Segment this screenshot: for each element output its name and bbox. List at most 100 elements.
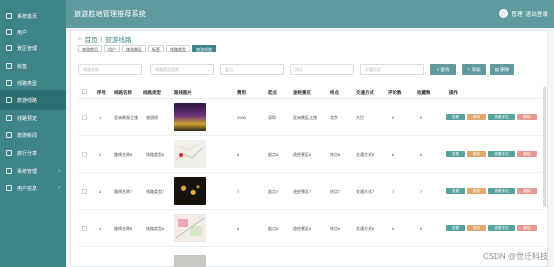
profile-icon	[6, 185, 12, 191]
sidebar-item-label: 旅游线路	[17, 97, 38, 104]
cell-name: 路线名称8	[114, 152, 133, 157]
sidebar-item-news[interactable]: 旅游新闻	[0, 125, 66, 145]
start-field[interactable]: 起点	[220, 64, 284, 75]
row-checkbox[interactable]	[82, 189, 87, 194]
breadcrumb-home[interactable]: 首页	[85, 34, 98, 44]
search-button[interactable]: ⌕ 查询	[430, 64, 456, 75]
tag-item[interactable]: 标签	[148, 45, 164, 52]
sidebar-item-label: 用户信息	[17, 185, 38, 192]
avatar[interactable]	[499, 9, 509, 18]
cell-favorites: 0	[420, 115, 423, 120]
view-comments-button[interactable]: 查看评论	[488, 114, 515, 120]
col-header: 费用	[237, 90, 246, 95]
app-title: 旅游胜地管理推荐系统	[74, 11, 146, 18]
route-image	[174, 103, 206, 131]
search-icon: ⌕	[436, 67, 440, 72]
tag-icon	[6, 63, 12, 69]
add-button[interactable]: + 添加	[462, 64, 486, 75]
scenic-icon	[6, 45, 12, 51]
cell-start: 起点7	[268, 189, 279, 194]
tag-item[interactable]: 线路类型	[166, 45, 190, 52]
sidebar-item-userinfo[interactable]: 用户信息 ›	[0, 178, 66, 198]
tab-tags: 旅游首页 用户 旅游景区 标签 线路类型 旅游线路	[78, 45, 216, 52]
col-header: 终点	[330, 90, 339, 95]
view-comments-button[interactable]: 查看评论	[488, 151, 515, 157]
cell-cost: 8	[237, 152, 240, 157]
main-panel: ⌂ 首页 | 旅游线路 旅游首页 用户 旅游景区 标签 线路类型 旅游线路 线路…	[70, 30, 548, 267]
col-header: 途经景区	[293, 90, 311, 95]
route-image	[174, 214, 206, 242]
cell-transport: 大巴	[356, 115, 364, 120]
view-button[interactable]: 查看	[446, 114, 465, 120]
user-label: 管理	[511, 11, 523, 18]
row-delete-button[interactable]: 删除	[517, 114, 537, 120]
row-checkbox[interactable]	[82, 226, 87, 231]
cell-type: 线路类型6	[146, 226, 165, 231]
route-name-field[interactable]: 线路名称	[78, 64, 142, 75]
route-image	[174, 255, 206, 267]
view-comments-button[interactable]: 查看评论	[488, 188, 515, 194]
col-header: 收藏数	[417, 90, 431, 95]
sidebar-item-share[interactable]: 旅行分享	[0, 143, 66, 163]
view-comments-button[interactable]: 查看评论	[488, 225, 515, 231]
row-checkbox[interactable]	[82, 115, 87, 120]
content-area: ⌂ 首页 | 旅游线路 旅游首页 用户 旅游景区 标签 线路类型 旅游线路 线路…	[66, 28, 554, 267]
vertical-scrollbar[interactable]	[543, 87, 546, 207]
cell-cost: 2000	[237, 115, 246, 120]
chevron-down-icon: ⌄	[206, 67, 210, 72]
sidebar-item-label: 用户	[17, 29, 28, 36]
route-type-select[interactable]: 线路类型搜索 ⌄	[150, 64, 214, 75]
cell-via: 亚洲景区之旅	[293, 115, 317, 120]
tag-item[interactable]: 旅游首页	[78, 45, 102, 52]
sidebar-item-routes[interactable]: 旅游线路	[0, 90, 66, 110]
table-row: 3 路线名称7 线路类型7 7 起点7 途经景区7 终点7 交通方式7 7 7 …	[78, 173, 542, 210]
top-header: 旅游胜地管理推荐系统 管理 退出登录	[66, 0, 554, 28]
sidebar-item-label: 线路类型	[17, 80, 38, 87]
logout-link[interactable]: 退出登录	[526, 10, 548, 18]
row-delete-button[interactable]: 删除	[517, 188, 537, 194]
delete-button[interactable]: ▤ 删除	[490, 64, 514, 75]
transport-field[interactable]: 交通方式	[360, 64, 424, 75]
cell-type: 旅游线	[146, 115, 158, 120]
sidebar-item-scenic[interactable]: 景区管理	[0, 38, 66, 58]
route-icon	[6, 97, 12, 103]
cell-transport: 交通方式6	[356, 226, 375, 231]
tag-item-active[interactable]: 旅游线路	[192, 45, 216, 52]
edit-button[interactable]: 修改	[467, 114, 486, 120]
select-all-checkbox[interactable]	[82, 89, 87, 94]
table-row: 1 亚洲景观之旅 旅游线 2000 深圳 亚洲景区之旅 北京 大巴 0 0 查看…	[78, 99, 542, 136]
cell-via: 途经景区8	[293, 152, 312, 157]
row-delete-button[interactable]: 删除	[517, 225, 537, 231]
map-thumbnail	[175, 143, 203, 161]
sidebar-item-label: 景区管理	[17, 45, 38, 52]
home-icon: ⌂	[78, 36, 82, 42]
cell-start: 起点6	[268, 226, 279, 231]
edit-button[interactable]: 修改	[467, 225, 486, 231]
table-row: 4 路线名称6 线路类型6 6 起点6 途经景区6 终点6 交通方式6 6 6 …	[78, 210, 542, 247]
edit-button[interactable]: 修改	[467, 151, 486, 157]
tag-item[interactable]: 旅游景区	[122, 45, 146, 52]
col-header: 交通方式	[356, 90, 374, 95]
tag-item[interactable]: 用户	[104, 45, 120, 52]
cell-transport: 交通方式7	[356, 189, 375, 194]
view-button[interactable]: 查看	[446, 151, 465, 157]
user-icon	[6, 29, 12, 35]
route-image	[174, 140, 206, 168]
search-bar: 线路名称 线路类型搜索 ⌄ 起点 终点 交通方式 ⌕ 查询 + 添加 ▤ 删除	[78, 64, 542, 80]
end-field[interactable]: 终点	[290, 64, 354, 75]
cell-end: 终点6	[330, 226, 341, 231]
view-button[interactable]: 查看	[446, 188, 465, 194]
sidebar: 系统首页 用户 景区管理 标签 线路类型 旅游线路 线路预定 旅游新闻 旅行分享…	[0, 0, 66, 267]
cell-index: 3	[99, 189, 102, 194]
cell-comments: 0	[392, 115, 395, 120]
row-delete-button[interactable]: 删除	[517, 151, 537, 157]
booking-icon	[6, 115, 12, 121]
cell-favorites: 6	[420, 226, 423, 231]
watermark: CSDN @世迁科技	[482, 252, 548, 261]
cell-name: 路线名称7	[114, 189, 133, 194]
edit-button[interactable]: 修改	[467, 188, 486, 194]
view-button[interactable]: 查看	[446, 225, 465, 231]
cell-comments: 6	[392, 226, 395, 231]
list-icon	[6, 80, 12, 86]
row-checkbox[interactable]	[82, 152, 87, 157]
